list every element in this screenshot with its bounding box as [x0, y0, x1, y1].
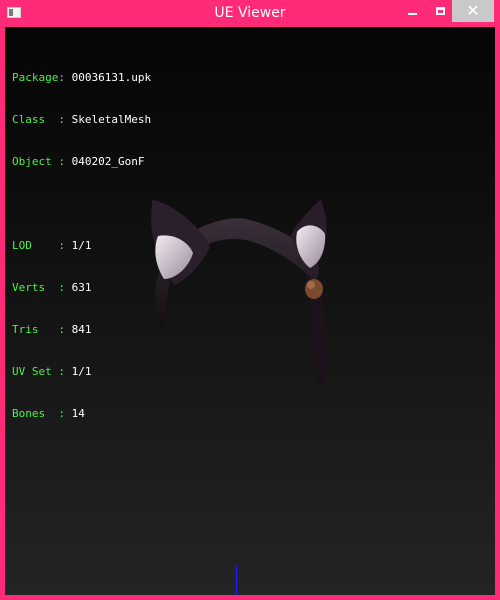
minimize-button[interactable]	[398, 0, 426, 22]
maximize-icon	[435, 7, 445, 15]
3d-viewport[interactable]: Package: 00036131.upk Class : SkeletalMe…	[5, 27, 495, 595]
skeletal-mesh-preview	[151, 199, 327, 387]
app-window: UE Viewer ✕ Package: 00036131.upk Class …	[0, 0, 500, 600]
maximize-button[interactable]	[426, 0, 454, 22]
bell-shape	[305, 279, 323, 299]
minimize-icon	[407, 13, 417, 15]
z-axis-line	[236, 565, 237, 595]
bell-highlight-shape	[307, 281, 315, 289]
close-icon: ✕	[466, 1, 480, 20]
title-bar[interactable]: UE Viewer ✕	[0, 0, 500, 27]
close-button[interactable]: ✕	[452, 0, 494, 22]
